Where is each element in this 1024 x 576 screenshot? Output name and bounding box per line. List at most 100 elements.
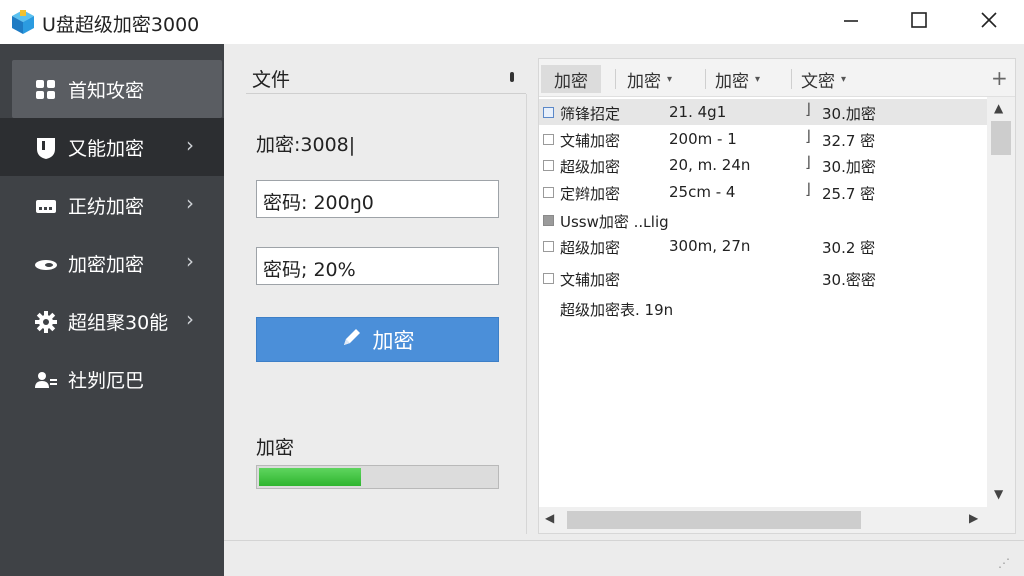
row-marker: ⌋ — [805, 100, 811, 118]
scroll-up-icon[interactable]: ▲ — [994, 101, 1003, 115]
file-header[interactable]: 文件 — [246, 60, 526, 94]
close-button[interactable] — [954, 0, 1024, 44]
row-checkbox[interactable] — [543, 215, 554, 226]
file-name: 文辅加密 — [560, 132, 621, 150]
list-item[interactable]: 定辫加密 25cm - 4 ⌋ 25.7 密 — [539, 179, 987, 205]
tab-encrypt-2[interactable]: 加密 ▾ — [627, 65, 672, 93]
sidebar: 首知攻密 又能加密 › 正纺加密 › 加密加密 › 超组聚30能 › 社刿厄巴 — [0, 44, 224, 576]
list-item[interactable]: 筛锋招定 21. 4g1 ⌋ 30.加密 — [539, 99, 987, 125]
row-checkbox[interactable] — [543, 273, 554, 284]
horizontal-scrollbar[interactable]: ◀ ▶ — [539, 507, 1015, 533]
tab-encrypt[interactable]: 加密 — [541, 65, 601, 93]
list-item[interactable]: Ussw加密 ..ʟlig — [539, 207, 987, 233]
gear-icon — [33, 309, 59, 335]
scroll-thumb[interactable] — [567, 511, 861, 529]
row-checkbox[interactable] — [543, 134, 554, 145]
progress-label: 加密 — [256, 437, 295, 459]
sidebar-item-home[interactable]: 首知攻密 — [12, 60, 222, 118]
sidebar-item-label: 又能加密 — [68, 138, 145, 160]
file-status: 30.加密 — [822, 105, 876, 123]
title-bar: U盘超级加密3000 — [0, 0, 1024, 44]
list-item[interactable]: 超级加密 300m, 27n 30.2 密 — [539, 233, 987, 259]
scroll-left-icon[interactable]: ◀ — [545, 511, 554, 525]
progress-fill — [259, 468, 361, 486]
file-size: 200m - 1 — [669, 130, 737, 148]
file-list: 筛锋招定 21. 4g1 ⌋ 30.加密 文辅加密 200m - 1 ⌋ 32.… — [539, 97, 987, 507]
tab-bar: 加密 加密 ▾ 加密 ▾ 文密 ▾ + — [539, 59, 1015, 97]
tab-label: 加密 — [554, 71, 588, 92]
row-checkbox[interactable] — [543, 160, 554, 171]
sidebar-item-label: 加密加密 — [68, 254, 145, 276]
encrypt-button[interactable]: 加密 — [256, 317, 499, 362]
file-status: 30.加密 — [822, 158, 876, 176]
password-confirm-field[interactable]: 密码; 20% — [256, 247, 499, 285]
row-checkbox[interactable] — [543, 241, 554, 252]
file-label: 文件 — [252, 69, 291, 91]
list-item[interactable]: 文辅加密 30.密密 — [539, 265, 987, 291]
resize-grip-icon[interactable]: ⋰ — [998, 556, 1010, 570]
close-icon — [980, 11, 998, 33]
sidebar-item-label: 正纺加密 — [68, 196, 145, 218]
app-logo-icon — [10, 9, 36, 35]
tab-label: 文密 — [801, 71, 835, 92]
scroll-down-icon[interactable]: ▼ — [994, 487, 1003, 501]
chevron-right-icon: › — [186, 191, 194, 215]
grid-icon — [33, 77, 59, 103]
tab-separator — [705, 69, 706, 89]
list-item[interactable]: 超级加密表. 19n — [539, 295, 987, 321]
add-tab-button[interactable]: + — [991, 66, 1008, 90]
divider — [526, 94, 527, 534]
list-item[interactable]: 文辅加密 200m - 1 ⌋ 32.7 密 — [539, 126, 987, 152]
tab-files[interactable]: 文密 ▾ — [801, 65, 846, 93]
window-title: U盘超级加密3000 — [42, 14, 200, 36]
sidebar-item-settings[interactable]: 超组聚30能 › — [0, 292, 224, 350]
sidebar-item-users[interactable]: 社刿厄巴 — [0, 350, 224, 408]
minimize-icon — [842, 11, 860, 33]
chevron-right-icon: › — [186, 249, 194, 273]
row-checkbox[interactable] — [543, 187, 554, 198]
tab-separator — [615, 69, 616, 89]
file-name: 超级加密 — [560, 239, 621, 257]
sidebar-item-label: 首知攻密 — [68, 80, 145, 102]
sidebar-item-link[interactable]: 加密加密 › — [0, 234, 224, 292]
vertical-scrollbar[interactable]: ▲ ▼ — [987, 97, 1015, 507]
more-icon[interactable] — [510, 72, 514, 82]
chevron-right-icon: › — [186, 133, 194, 157]
minimize-button[interactable] — [816, 0, 886, 44]
users-icon — [33, 367, 59, 393]
list-item[interactable]: 超级加密 20, m. 24n ⌋ 30.加密 — [539, 152, 987, 178]
row-checkbox[interactable] — [543, 107, 554, 118]
file-name: 超级加密 — [560, 158, 621, 176]
file-size: 300m, 27n — [669, 237, 751, 255]
file-list-panel: 加密 加密 ▾ 加密 ▾ 文密 ▾ + 筛锋招定 21. 4g1 ⌋ 30.加密… — [538, 58, 1016, 534]
link-icon — [33, 251, 59, 277]
shield-icon — [33, 135, 59, 161]
row-marker: ⌋ — [805, 127, 811, 145]
maximize-icon — [910, 11, 928, 33]
drive-icon — [33, 193, 59, 219]
chevron-down-icon: ▾ — [667, 73, 673, 85]
file-status: 32.7 密 — [822, 132, 876, 150]
tab-encrypt-3[interactable]: 加密 ▾ — [715, 65, 760, 93]
sidebar-item-disk[interactable]: 正纺加密 › — [0, 176, 224, 234]
sidebar-item-label: 超组聚30能 — [68, 312, 169, 334]
file-name: Ussw加密 ..ʟlig — [560, 213, 669, 231]
chevron-down-icon: ▾ — [755, 73, 761, 85]
chevron-right-icon: › — [186, 307, 194, 331]
file-name: 定辫加密 — [560, 185, 621, 203]
file-size: 21. 4g1 — [669, 103, 727, 121]
scroll-right-icon[interactable]: ▶ — [969, 511, 978, 525]
password-field[interactable]: 密码: 200ŋ0 — [256, 180, 499, 218]
file-name: 筛锋招定 — [560, 105, 621, 123]
file-status: 30.2 密 — [822, 239, 876, 257]
tab-label: 加密 — [627, 71, 661, 92]
sidebar-item-encrypt[interactable]: 又能加密 › — [0, 118, 224, 176]
scroll-thumb[interactable] — [991, 121, 1011, 155]
encrypt-button-label: 加密 — [372, 328, 415, 353]
tab-label: 加密 — [715, 71, 749, 92]
file-status: 25.7 密 — [822, 185, 876, 203]
maximize-button[interactable] — [884, 0, 954, 44]
file-name: 文辅加密 — [560, 271, 621, 289]
encrypt-panel: 文件 加密:3008| 密码: 200ŋ0 密码; 20% 加密 加密 — [224, 44, 530, 534]
file-status: 30.密密 — [822, 271, 876, 289]
